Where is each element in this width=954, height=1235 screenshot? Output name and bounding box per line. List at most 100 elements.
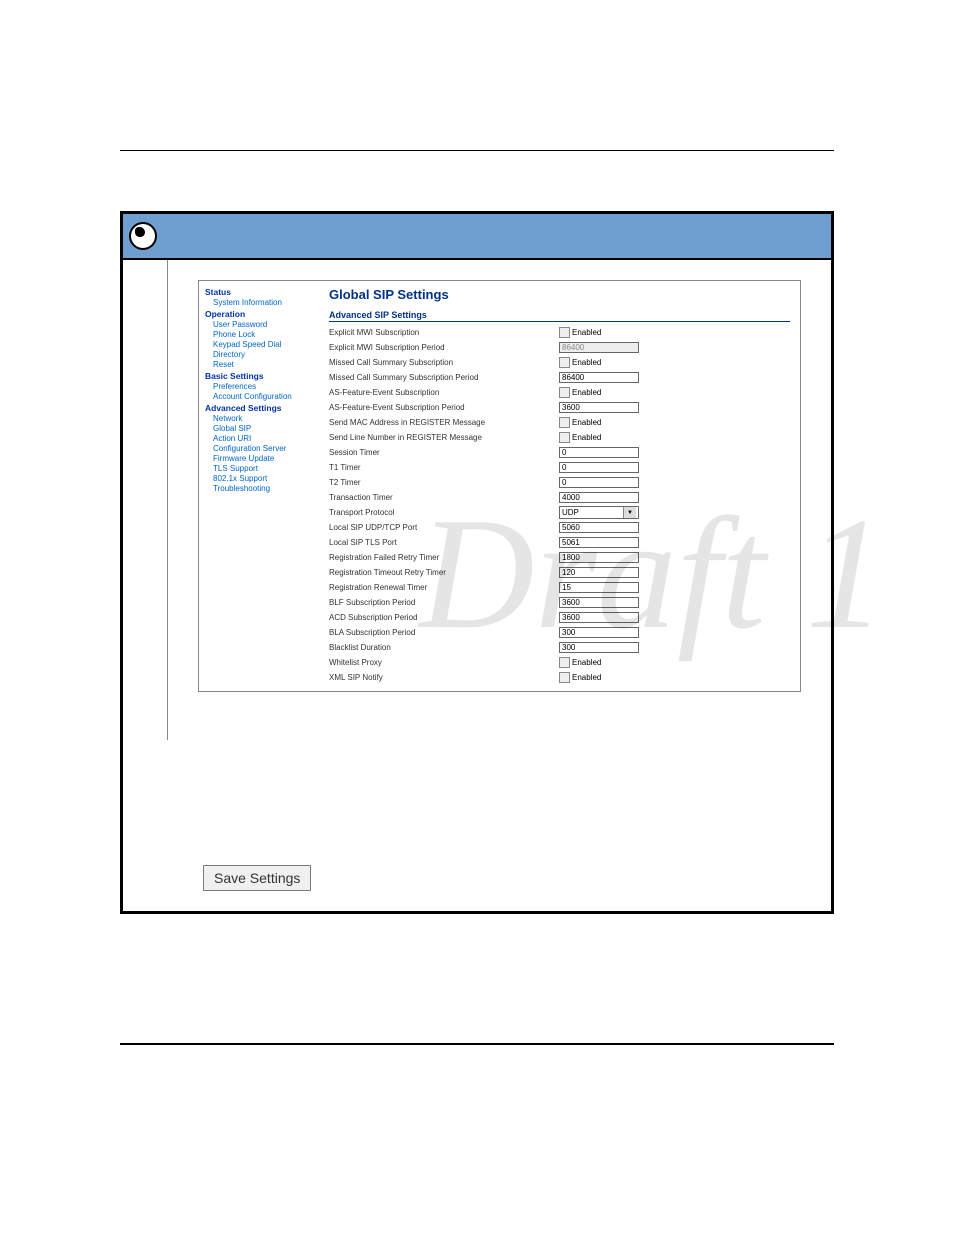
- nav-item[interactable]: Network: [213, 414, 313, 423]
- checkbox[interactable]: [559, 327, 570, 338]
- field-label: Whitelist Proxy: [329, 658, 559, 667]
- checkbox[interactable]: [559, 432, 570, 443]
- text-input[interactable]: [559, 612, 639, 623]
- form-row: ACD Subscription Period: [329, 610, 790, 625]
- text-input[interactable]: [559, 462, 639, 473]
- app-window: Draft 1 StatusSystem InformationOperatio…: [120, 211, 834, 914]
- text-input[interactable]: [559, 372, 639, 383]
- text-input[interactable]: [559, 582, 639, 593]
- field-label: Missed Call Summary Subscription Period: [329, 373, 559, 382]
- text-input[interactable]: [559, 567, 639, 578]
- field-label: Send MAC Address in REGISTER Message: [329, 418, 559, 427]
- text-input[interactable]: [559, 642, 639, 653]
- field-label: Missed Call Summary Subscription: [329, 358, 559, 367]
- field-control: [559, 342, 639, 353]
- field-label: BLF Subscription Period: [329, 598, 559, 607]
- text-input[interactable]: [559, 477, 639, 488]
- field-control: [559, 492, 639, 503]
- field-label: Session Timer: [329, 448, 559, 457]
- checkbox[interactable]: [559, 657, 570, 668]
- sidebar: StatusSystem InformationOperationUser Pa…: [199, 281, 319, 691]
- nav-item[interactable]: User Password: [213, 320, 313, 329]
- form-row: XML SIP Notify Enabled: [329, 670, 790, 685]
- form-row: Local SIP UDP/TCP Port: [329, 520, 790, 535]
- field-label: Transaction Timer: [329, 493, 559, 502]
- field-label: AS-Feature-Event Subscription: [329, 388, 559, 397]
- nav-item[interactable]: Action URI: [213, 434, 313, 443]
- field-control: UDP▼: [559, 506, 639, 519]
- field-control: [559, 627, 639, 638]
- nav-item[interactable]: Account Configuration: [213, 392, 313, 401]
- form-row: AS-Feature-Event Subscription Period: [329, 400, 790, 415]
- field-label: T2 Timer: [329, 478, 559, 487]
- field-control: Enabled: [559, 387, 601, 398]
- text-input[interactable]: [559, 552, 639, 563]
- nav-item[interactable]: Directory: [213, 350, 313, 359]
- field-control: [559, 402, 639, 413]
- save-settings-button[interactable]: Save Settings: [203, 865, 311, 891]
- form-row: Missed Call Summary Subscription Enabled: [329, 355, 790, 370]
- nav-item[interactable]: System Information: [213, 298, 313, 307]
- field-control: [559, 642, 639, 653]
- text-input[interactable]: [559, 402, 639, 413]
- field-label: Registration Renewal Timer: [329, 583, 559, 592]
- text-input[interactable]: [559, 492, 639, 503]
- field-label: Registration Failed Retry Timer: [329, 553, 559, 562]
- text-input: [559, 342, 639, 353]
- nav-item[interactable]: Reset: [213, 360, 313, 369]
- form-row: Explicit MWI Subscription Enabled: [329, 325, 790, 340]
- field-control: [559, 477, 639, 488]
- nav-item[interactable]: 802.1x Support: [213, 474, 313, 483]
- field-control: [559, 447, 639, 458]
- text-input[interactable]: [559, 447, 639, 458]
- field-label: Explicit MWI Subscription Period: [329, 343, 559, 352]
- checkbox[interactable]: [559, 387, 570, 398]
- form-row: Session Timer: [329, 445, 790, 460]
- field-control: [559, 612, 639, 623]
- field-control: [559, 537, 639, 548]
- text-input[interactable]: [559, 597, 639, 608]
- globe-icon: [129, 222, 157, 250]
- nav-item[interactable]: Troubleshooting: [213, 484, 313, 493]
- checkbox[interactable]: [559, 672, 570, 683]
- lower-section: Save Settings: [123, 740, 831, 911]
- text-input[interactable]: [559, 537, 639, 548]
- form-row: BLF Subscription Period: [329, 595, 790, 610]
- field-control: Enabled: [559, 417, 601, 428]
- field-label: Registration Timeout Retry Timer: [329, 568, 559, 577]
- form-row: Send MAC Address in REGISTER Message Ena…: [329, 415, 790, 430]
- settings-panel: Draft 1 StatusSystem InformationOperatio…: [198, 280, 801, 692]
- text-input[interactable]: [559, 522, 639, 533]
- nav-item[interactable]: Preferences: [213, 382, 313, 391]
- form-row: Local SIP TLS Port: [329, 535, 790, 550]
- nav-header: Advanced Settings: [205, 403, 313, 413]
- checkbox-label: Enabled: [572, 388, 601, 397]
- field-control: Enabled: [559, 327, 601, 338]
- checkbox[interactable]: [559, 417, 570, 428]
- field-control: [559, 597, 639, 608]
- form-row: AS-Feature-Event Subscription Enabled: [329, 385, 790, 400]
- field-control: [559, 567, 639, 578]
- nav-item[interactable]: Keypad Speed Dial: [213, 340, 313, 349]
- field-control: [559, 582, 639, 593]
- form-row: Blacklist Duration: [329, 640, 790, 655]
- nav-item[interactable]: Configuration Server: [213, 444, 313, 453]
- field-control: [559, 372, 639, 383]
- text-input[interactable]: [559, 627, 639, 638]
- field-label: Local SIP TLS Port: [329, 538, 559, 547]
- checkbox[interactable]: [559, 357, 570, 368]
- form-row: Send Line Number in REGISTER Message Ena…: [329, 430, 790, 445]
- field-label: BLA Subscription Period: [329, 628, 559, 637]
- form-area: Global SIP Settings Advanced SIP Setting…: [319, 281, 800, 691]
- field-control: Enabled: [559, 432, 601, 443]
- nav-item[interactable]: Firmware Update: [213, 454, 313, 463]
- form-row: Registration Renewal Timer: [329, 580, 790, 595]
- nav-item[interactable]: Phone Lock: [213, 330, 313, 339]
- nav-item[interactable]: TLS Support: [213, 464, 313, 473]
- field-label: Local SIP UDP/TCP Port: [329, 523, 559, 532]
- nav-item[interactable]: Global SIP: [213, 424, 313, 433]
- field-label: Send Line Number in REGISTER Message: [329, 433, 559, 442]
- checkbox-label: Enabled: [572, 418, 601, 427]
- select[interactable]: UDP▼: [559, 506, 639, 519]
- form-row: Explicit MWI Subscription Period: [329, 340, 790, 355]
